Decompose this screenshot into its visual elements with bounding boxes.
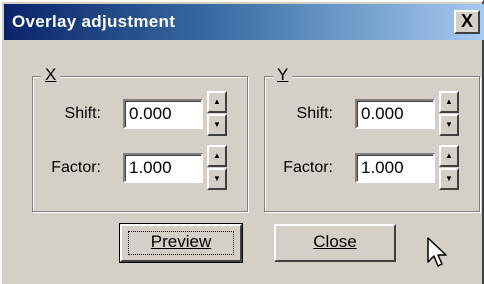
y-factor-down-button[interactable]: ▼	[439, 168, 459, 190]
down-arrow-icon: ▼	[445, 120, 453, 129]
x-shift-down-button[interactable]: ▼	[207, 114, 227, 136]
close-window-button[interactable]: X	[454, 10, 480, 34]
focus-ring	[128, 231, 234, 255]
up-arrow-icon: ▲	[445, 151, 453, 160]
x-factor-label: Factor:	[51, 159, 101, 176]
x-shift-up-button[interactable]: ▲	[207, 91, 227, 113]
up-arrow-icon: ▲	[445, 97, 453, 106]
down-arrow-icon: ▼	[213, 120, 221, 129]
close-button[interactable]: Close	[274, 224, 396, 262]
y-factor-label: Factor:	[283, 159, 333, 176]
y-group-legend: Y	[273, 65, 293, 85]
x-factor-up-button[interactable]: ▲	[207, 145, 227, 167]
y-factor-spinner[interactable]: ▲ ▼	[439, 145, 459, 191]
y-shift-input[interactable]: 0.000	[355, 99, 435, 129]
down-arrow-icon: ▼	[213, 174, 221, 183]
mouse-pointer-icon	[427, 237, 447, 267]
dialog-window: Overlay adjustment X X Shift: 0.000 ▲ ▼ …	[0, 0, 484, 284]
x-factor-input[interactable]: 1.000	[123, 153, 203, 183]
y-shift-label: Shift:	[296, 105, 333, 122]
y-factor-up-button[interactable]: ▲	[439, 145, 459, 167]
title-bar[interactable]: Overlay adjustment X	[4, 4, 484, 40]
x-group-legend: X	[41, 65, 61, 85]
x-groupbox: X Shift: 0.000 ▲ ▼ Factor: 1.000 ▲ ▼	[32, 65, 248, 212]
preview-button[interactable]: Preview	[119, 223, 243, 263]
down-arrow-icon: ▼	[445, 174, 453, 183]
close-button-label: Close	[313, 232, 357, 251]
up-arrow-icon: ▲	[213, 97, 221, 106]
x-shift-spinner[interactable]: ▲ ▼	[207, 91, 227, 137]
y-shift-down-button[interactable]: ▼	[439, 114, 459, 136]
y-factor-input[interactable]: 1.000	[355, 153, 435, 183]
y-groupbox: Y Shift: 0.000 ▲ ▼ Factor: 1.000 ▲ ▼	[264, 65, 480, 212]
y-shift-up-button[interactable]: ▲	[439, 91, 459, 113]
close-icon: X	[460, 11, 473, 31]
x-shift-input[interactable]: 0.000	[123, 99, 203, 129]
y-shift-spinner[interactable]: ▲ ▼	[439, 91, 459, 137]
window-title: Overlay adjustment	[12, 12, 176, 31]
x-factor-down-button[interactable]: ▼	[207, 168, 227, 190]
x-shift-label: Shift:	[64, 105, 101, 122]
x-factor-spinner[interactable]: ▲ ▼	[207, 145, 227, 191]
up-arrow-icon: ▲	[213, 151, 221, 160]
